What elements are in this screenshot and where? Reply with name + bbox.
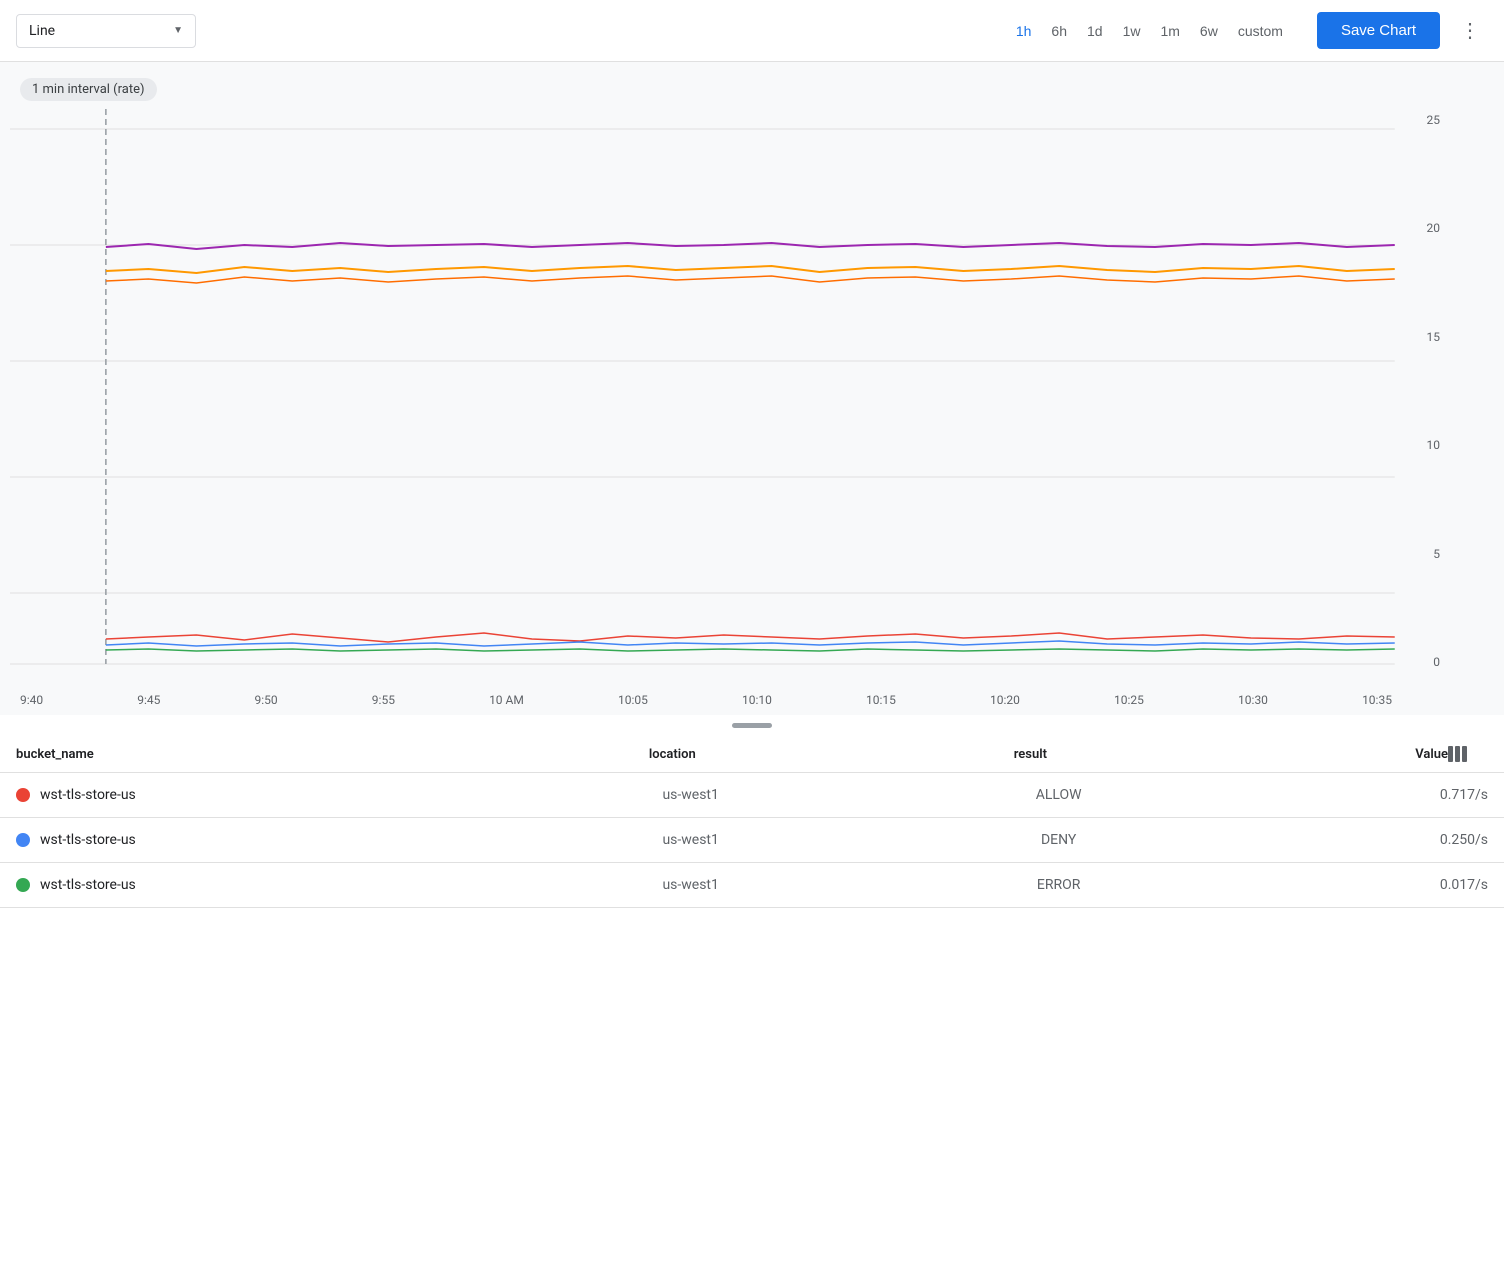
interval-badge: 1 min interval (rate) — [20, 78, 157, 101]
x-axis-label: 10:35 — [1362, 693, 1392, 707]
chart-type-label: Line — [29, 23, 55, 39]
legend-result-2: ERROR — [875, 877, 1243, 893]
x-axis-label: 9:40 — [20, 693, 43, 707]
dropdown-arrow-icon: ▼ — [173, 25, 183, 36]
time-range-group: 1h6h1d1w1m6wcustom — [1006, 17, 1293, 45]
bucket-name-1: wst-tls-store-us — [40, 832, 136, 848]
legend-bucket-0: wst-tls-store-us — [16, 787, 507, 803]
x-axis-label: 10:30 — [1238, 693, 1268, 707]
col-header-value: Value — [1209, 747, 1448, 762]
legend-bucket-2: wst-tls-store-us — [16, 877, 507, 893]
bucket-name-2: wst-tls-store-us — [40, 877, 136, 893]
x-axis-label: 10:20 — [990, 693, 1020, 707]
x-axis-label: 10 AM — [489, 693, 524, 707]
legend-result-0: ALLOW — [875, 787, 1243, 803]
y-label-25: 25 — [1427, 113, 1441, 127]
time-btn-1w[interactable]: 1w — [1113, 17, 1151, 45]
legend-location-0: us-west1 — [507, 787, 875, 803]
chart-container: 25 20 15 10 5 0 9:40 9:45 9:50 9:55 10 AM 10:… — [0, 109, 1504, 715]
header: Line ▼ 1h6h1d1w1m6wcustom Save Chart ⋮ — [0, 0, 1504, 62]
y-label-5: 5 — [1433, 547, 1440, 561]
time-btn-6w[interactable]: 6w — [1190, 17, 1228, 45]
chart-svg — [10, 109, 1448, 689]
legend-value-1: 0.250/s — [1243, 832, 1488, 848]
x-axis-label: 9:55 — [372, 693, 395, 707]
legend-row: wst-tls-store-us us-west1 DENY 0.250/s — [0, 818, 1504, 863]
time-btn-1d[interactable]: 1d — [1077, 17, 1113, 45]
y-label-15: 15 — [1427, 330, 1441, 344]
legend-section: bucket_name location result Value wst-tl… — [0, 736, 1504, 908]
y-axis-labels: 25 20 15 10 5 0 — [1398, 109, 1448, 689]
chart-type-dropdown[interactable]: Line ▼ — [16, 14, 196, 48]
x-axis-label: 10:05 — [618, 693, 648, 707]
y-label-10: 10 — [1427, 438, 1441, 452]
bucket-name-0: wst-tls-store-us — [40, 787, 136, 803]
time-btn-custom[interactable]: custom — [1228, 17, 1293, 45]
y-label-0: 0 — [1433, 655, 1440, 669]
col-header-location: location — [493, 747, 851, 762]
color-dot-0 — [16, 788, 30, 802]
legend-header: bucket_name location result Value — [0, 736, 1504, 773]
time-btn-1m[interactable]: 1m — [1150, 17, 1189, 45]
legend-result-1: DENY — [875, 832, 1243, 848]
chart-area: 1 min interval (rate) — [0, 62, 1504, 715]
col-header-result: result — [851, 747, 1209, 762]
legend-bucket-1: wst-tls-store-us — [16, 832, 507, 848]
x-axis-labels: 9:40 9:45 9:50 9:55 10 AM 10:05 10:10 10:15 10:2… — [10, 689, 1448, 715]
legend-location-2: us-west1 — [507, 877, 875, 893]
x-axis-label: 9:45 — [137, 693, 160, 707]
save-chart-button[interactable]: Save Chart — [1317, 12, 1440, 49]
legend-value-2: 0.017/s — [1243, 877, 1488, 893]
color-dot-2 — [16, 878, 30, 892]
x-axis-label: 10:15 — [866, 693, 896, 707]
legend-row: wst-tls-store-us us-west1 ERROR 0.017/s — [0, 863, 1504, 908]
col-header-bucket: bucket_name — [16, 747, 493, 762]
legend-location-1: us-west1 — [507, 832, 875, 848]
y-label-20: 20 — [1427, 221, 1441, 235]
x-axis-label: 9:50 — [255, 693, 278, 707]
x-axis-label: 10:25 — [1114, 693, 1144, 707]
columns-toggle-icon[interactable] — [1448, 746, 1488, 762]
more-options-button[interactable]: ⋮ — [1452, 14, 1488, 47]
time-btn-1h[interactable]: 1h — [1006, 17, 1042, 45]
x-axis-label: 10:10 — [742, 693, 772, 707]
divider-handle[interactable] — [732, 723, 772, 728]
legend-value-0: 0.717/s — [1243, 787, 1488, 803]
legend-row: wst-tls-store-us us-west1 ALLOW 0.717/s — [0, 773, 1504, 818]
time-btn-6h[interactable]: 6h — [1041, 17, 1077, 45]
color-dot-1 — [16, 833, 30, 847]
